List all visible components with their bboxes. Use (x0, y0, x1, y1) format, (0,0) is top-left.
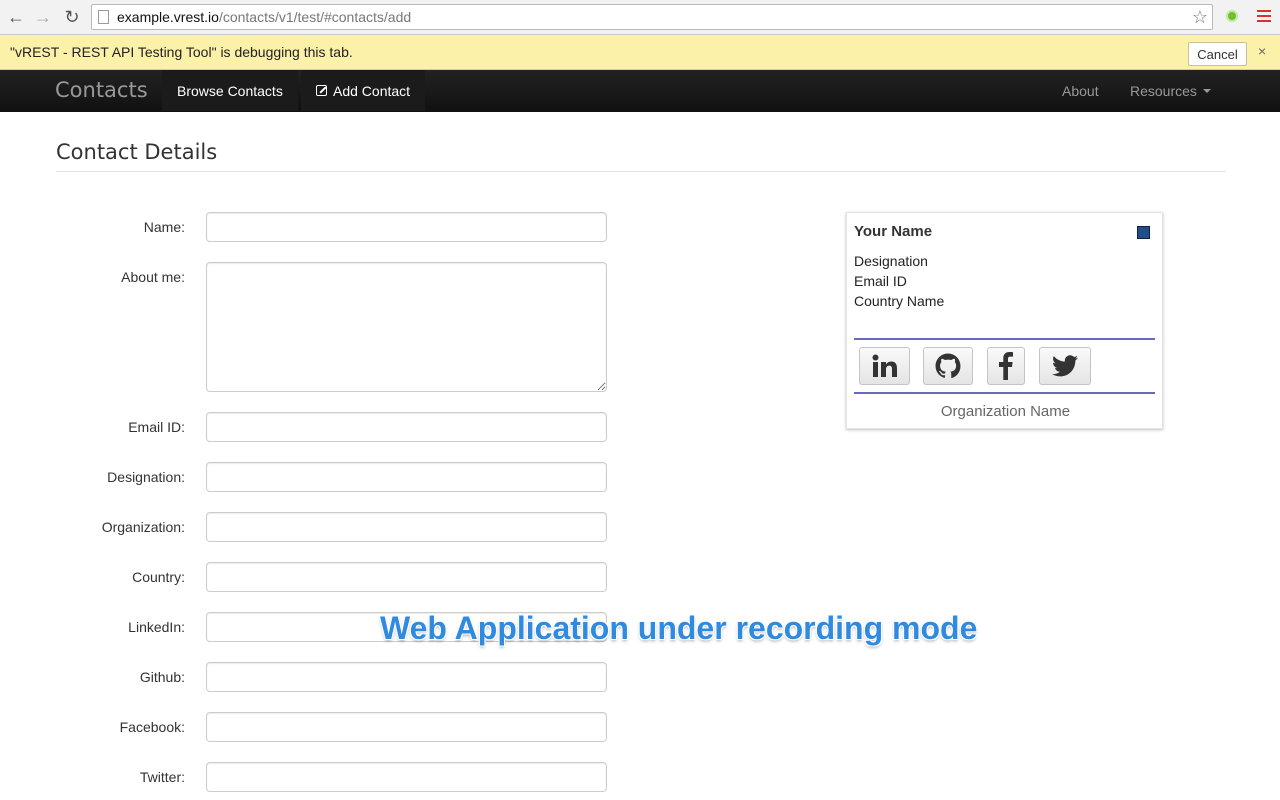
linkedin-label: LinkedIn: (128, 619, 185, 635)
designation-label: Designation: (107, 469, 185, 485)
facebook-button[interactable] (987, 347, 1025, 385)
url-host: example.vrest.io (117, 9, 219, 25)
bookmark-star-icon[interactable]: ☆ (1192, 7, 1208, 28)
brand-logo[interactable]: Contacts (55, 78, 148, 102)
designation-input[interactable] (206, 462, 607, 492)
nav-add-contact[interactable]: Add Contact (301, 70, 426, 111)
browser-toolbar: ← → ↻ example.vrest.io/contacts/v1/test/… (0, 0, 1280, 35)
app-navbar: Contacts Browse Contacts Add Contact Abo… (0, 70, 1280, 112)
organization-label: Organization: (101, 519, 185, 535)
twitter-icon (1052, 355, 1078, 377)
edit-icon (316, 85, 327, 96)
about-label: About me: (121, 269, 185, 285)
nav-about[interactable]: About (1062, 70, 1099, 111)
about-textarea[interactable] (206, 262, 607, 392)
card-email: Email ID (854, 273, 907, 289)
card-country: Country Name (854, 293, 945, 309)
country-input[interactable] (206, 562, 607, 592)
url-text[interactable]: example.vrest.io/contacts/v1/test/#conta… (117, 9, 411, 25)
email-input[interactable] (206, 412, 607, 442)
name-label: Name: (143, 219, 185, 235)
linkedin-button[interactable] (859, 347, 910, 385)
twitter-label: Twitter: (139, 769, 185, 785)
title-divider (56, 171, 1226, 172)
reload-icon[interactable]: ↻ (61, 6, 83, 28)
recording-mode-caption: Web Application under recording mode (380, 610, 978, 646)
github-icon (935, 353, 961, 379)
forward-arrow-icon[interactable]: → (32, 6, 54, 28)
url-path: /contacts/v1/test/#contacts/add (218, 9, 412, 25)
card-bottom-divider (854, 392, 1155, 394)
linkedin-icon (872, 354, 897, 377)
card-top-divider (854, 338, 1155, 340)
card-designation: Designation (854, 253, 928, 269)
card-organization: Organization Name (940, 403, 1071, 420)
twitter-input[interactable] (206, 762, 607, 792)
card-name: Your Name (854, 223, 933, 240)
nav-resources-dropdown[interactable]: Resources (1130, 70, 1211, 111)
card-color-square (1137, 226, 1150, 239)
facebook-icon (999, 352, 1013, 380)
nav-browse-label: Browse Contacts (177, 82, 283, 99)
extension-icon[interactable] (1226, 10, 1238, 22)
nav-add-label: Add Contact (333, 82, 411, 99)
close-infobar-icon[interactable]: × (1258, 43, 1266, 59)
country-label: Country: (132, 569, 185, 585)
facebook-label: Facebook: (119, 719, 185, 735)
debugging-message: "vREST - REST API Testing Tool" is debug… (10, 44, 353, 60)
debugging-infobar: "vREST - REST API Testing Tool" is debug… (0, 35, 1280, 70)
caret-down-icon (1202, 88, 1211, 93)
back-arrow-icon[interactable]: ← (5, 6, 27, 28)
nav-browse-contacts[interactable]: Browse Contacts (162, 70, 298, 111)
email-label: Email ID: (128, 419, 185, 435)
page-title: Contact Details (56, 140, 218, 164)
facebook-input[interactable] (206, 712, 607, 742)
address-bar[interactable]: example.vrest.io/contacts/v1/test/#conta… (91, 4, 1213, 30)
organization-input[interactable] (206, 512, 607, 542)
page-icon (98, 10, 109, 24)
contact-preview-card: Your Name Designation Email ID Country N… (846, 212, 1163, 429)
twitter-button[interactable] (1039, 347, 1091, 385)
github-button[interactable] (923, 347, 973, 385)
browser-menu-icon[interactable] (1257, 10, 1271, 24)
cancel-debugging-button[interactable]: Cancel (1188, 42, 1247, 66)
github-input[interactable] (206, 662, 607, 692)
github-label: Github: (139, 669, 185, 685)
nav-resources-label: Resources (1130, 82, 1197, 99)
name-input[interactable] (206, 212, 607, 242)
